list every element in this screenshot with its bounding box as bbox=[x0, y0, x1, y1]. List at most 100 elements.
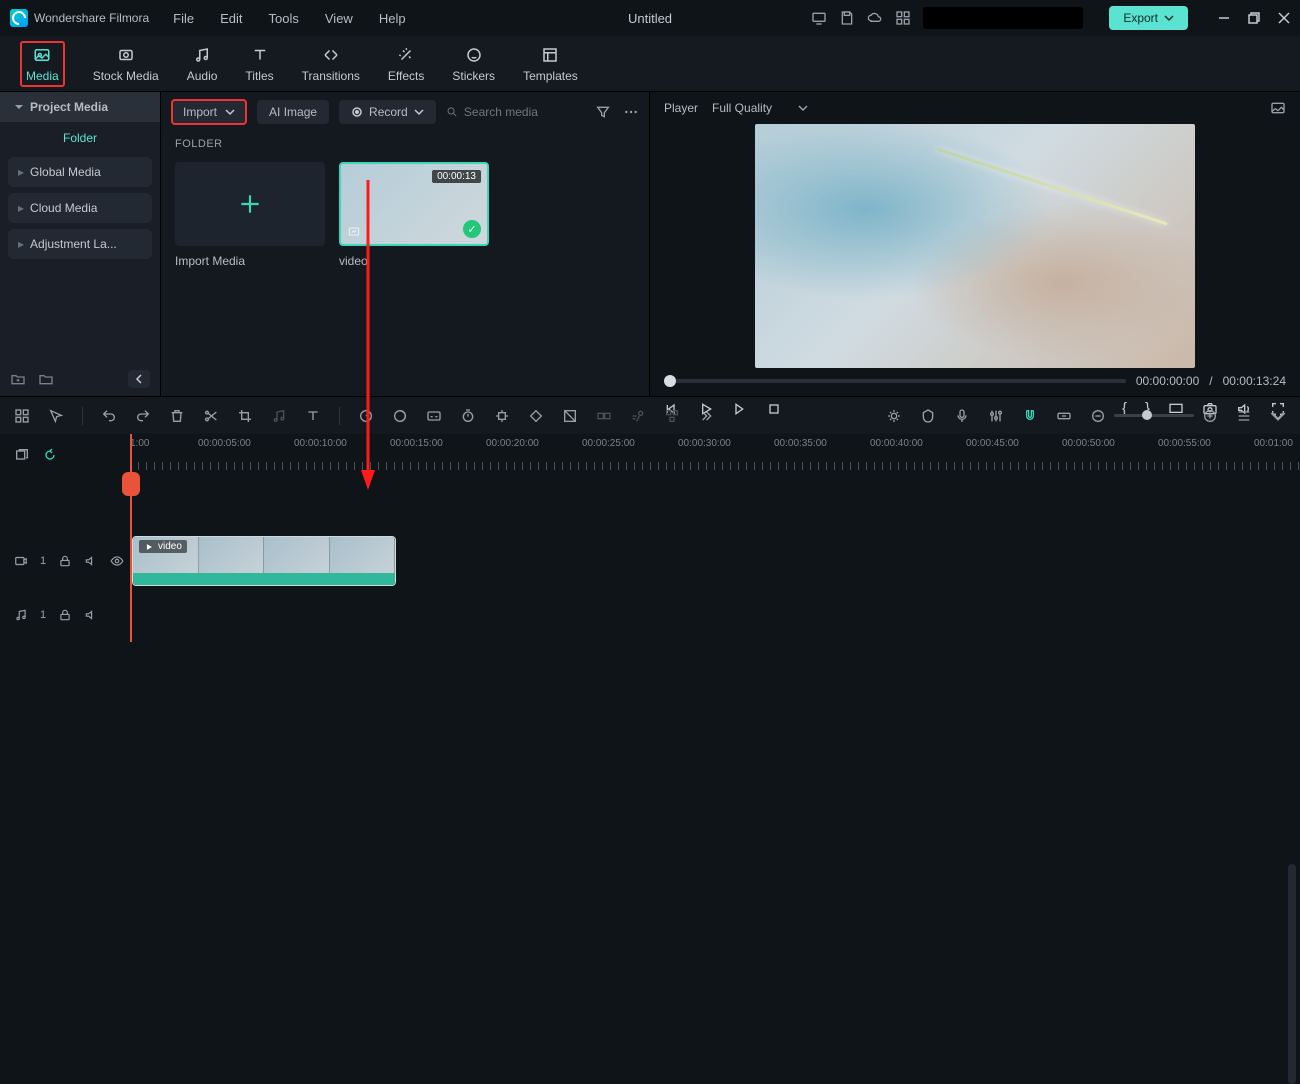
layout-icon[interactable] bbox=[14, 408, 30, 424]
track-visibility-icon[interactable] bbox=[110, 554, 124, 568]
grid2-icon[interactable] bbox=[664, 408, 680, 424]
tab-templates[interactable]: Templates bbox=[523, 45, 578, 83]
overflow-icon[interactable] bbox=[698, 408, 714, 424]
ruler-tick: 00:00:30:00 bbox=[678, 438, 731, 449]
new-folder-icon[interactable] bbox=[10, 371, 26, 387]
timeline-ruler[interactable]: 1:0000:00:05:0000:00:10:0000:00:15:0000:… bbox=[130, 434, 1300, 476]
import-media-tile[interactable]: Import Media bbox=[175, 162, 325, 268]
group-icon[interactable] bbox=[596, 408, 612, 424]
audio-track: 1 bbox=[0, 588, 1300, 642]
motion-icon[interactable] bbox=[630, 408, 646, 424]
timeline: 1:0000:00:05:0000:00:10:0000:00:15:0000:… bbox=[0, 434, 1300, 642]
media-search[interactable] bbox=[446, 105, 585, 119]
seek-bar[interactable] bbox=[664, 379, 1126, 383]
media-thumb-video[interactable]: 00:00:13 ✓ video bbox=[339, 162, 489, 268]
track-options-icon[interactable] bbox=[1270, 408, 1286, 424]
tracking-icon[interactable] bbox=[494, 408, 510, 424]
mixer-icon[interactable] bbox=[988, 408, 1004, 424]
collapse-sidebar-icon[interactable] bbox=[128, 370, 150, 388]
export-button[interactable]: Export bbox=[1109, 6, 1188, 30]
search-global[interactable] bbox=[923, 7, 1083, 29]
menu-file[interactable]: File bbox=[173, 11, 194, 26]
zoom-in-icon[interactable] bbox=[1202, 408, 1218, 424]
tab-stickers[interactable]: Stickers bbox=[452, 45, 495, 83]
render-icon[interactable] bbox=[886, 408, 902, 424]
record-button[interactable]: Record bbox=[339, 100, 436, 124]
magnet-icon[interactable] bbox=[1022, 408, 1038, 424]
chroma-icon[interactable] bbox=[562, 408, 578, 424]
sidebar-adjustment-layer[interactable]: ▸Adjustment La... bbox=[8, 229, 152, 259]
cloud-icon[interactable] bbox=[867, 10, 883, 26]
filter-icon[interactable] bbox=[595, 104, 611, 120]
music-icon[interactable] bbox=[271, 408, 287, 424]
undo-icon[interactable] bbox=[101, 408, 117, 424]
timeline-layers-icon[interactable] bbox=[14, 447, 30, 463]
preview-image bbox=[755, 124, 1195, 368]
player-tab[interactable]: Player bbox=[664, 101, 698, 115]
tab-stock-media[interactable]: Stock Media bbox=[93, 45, 159, 83]
maximize-icon[interactable] bbox=[1248, 12, 1260, 24]
save-icon[interactable] bbox=[839, 10, 855, 26]
tab-audio[interactable]: Audio bbox=[187, 45, 218, 83]
menu-edit[interactable]: Edit bbox=[220, 11, 242, 26]
menu-tools[interactable]: Tools bbox=[269, 11, 299, 26]
snapshot-tool-icon[interactable] bbox=[1270, 100, 1286, 116]
audio-lock-icon[interactable] bbox=[58, 608, 72, 622]
track-mute-icon[interactable] bbox=[84, 554, 98, 568]
quality-dropdown[interactable]: Full Quality bbox=[712, 101, 808, 115]
playhead[interactable] bbox=[130, 434, 132, 642]
sidebar-folder[interactable]: Folder bbox=[0, 122, 160, 154]
text-icon[interactable] bbox=[305, 408, 321, 424]
tab-titles[interactable]: Titles bbox=[245, 45, 273, 83]
timer-icon[interactable] bbox=[460, 408, 476, 424]
zoom-slider[interactable] bbox=[1114, 414, 1194, 417]
minimize-icon[interactable] bbox=[1218, 12, 1230, 24]
tab-effects[interactable]: Effects bbox=[388, 45, 424, 83]
menu-help[interactable]: Help bbox=[379, 11, 406, 26]
preview-viewport[interactable] bbox=[650, 124, 1300, 368]
speed-icon[interactable] bbox=[358, 408, 374, 424]
zoom-control[interactable] bbox=[1090, 408, 1218, 424]
mic-icon[interactable] bbox=[954, 408, 970, 424]
audio-mute-icon[interactable] bbox=[84, 608, 98, 622]
audio-icon bbox=[192, 45, 212, 65]
ruler-tick: 00:00:40:00 bbox=[870, 438, 923, 449]
menu-view[interactable]: View bbox=[325, 11, 353, 26]
new-bin-icon[interactable] bbox=[38, 371, 54, 387]
import-button[interactable]: Import bbox=[171, 99, 247, 125]
sidebar-global-media[interactable]: ▸Global Media bbox=[8, 157, 152, 187]
tab-media[interactable]: Media bbox=[20, 41, 65, 87]
ruler-tick: 00:00:10:00 bbox=[294, 438, 347, 449]
track-view-icon[interactable] bbox=[1236, 408, 1252, 424]
timeline-clip-video[interactable]: video bbox=[132, 536, 396, 586]
grid-icon[interactable] bbox=[895, 10, 911, 26]
ai-image-button[interactable]: AI Image bbox=[257, 100, 329, 124]
marker-icon[interactable] bbox=[920, 408, 936, 424]
filmora-logo-icon bbox=[10, 9, 28, 27]
caption-icon[interactable] bbox=[426, 408, 442, 424]
track-lock-icon[interactable] bbox=[58, 554, 72, 568]
stop-icon[interactable] bbox=[766, 401, 782, 417]
stock-media-icon bbox=[116, 45, 136, 65]
keyframe-icon[interactable] bbox=[528, 408, 544, 424]
play-forward-icon[interactable] bbox=[732, 401, 748, 417]
sidebar-cloud-media[interactable]: ▸Cloud Media bbox=[8, 193, 152, 223]
delete-icon[interactable] bbox=[169, 408, 185, 424]
color-icon[interactable] bbox=[392, 408, 408, 424]
close-icon[interactable] bbox=[1278, 12, 1290, 24]
crop-icon[interactable] bbox=[237, 408, 253, 424]
more-icon[interactable] bbox=[623, 104, 639, 120]
tab-transitions[interactable]: Transitions bbox=[302, 45, 360, 83]
auto-ripple-icon[interactable] bbox=[44, 447, 60, 463]
cursor-icon[interactable] bbox=[48, 408, 64, 424]
search-input[interactable] bbox=[464, 105, 585, 119]
redo-icon[interactable] bbox=[135, 408, 151, 424]
link-toggle-icon[interactable] bbox=[1056, 408, 1072, 424]
screen-icon[interactable] bbox=[811, 10, 827, 26]
ruler-tick: 00:00:50:00 bbox=[1062, 438, 1115, 449]
timeline-scrollbar[interactable] bbox=[1288, 864, 1296, 1084]
split-icon[interactable] bbox=[203, 408, 219, 424]
zoom-out-icon[interactable] bbox=[1090, 408, 1106, 424]
document-title: Untitled bbox=[628, 11, 672, 26]
sidebar-header[interactable]: Project Media bbox=[0, 92, 160, 122]
